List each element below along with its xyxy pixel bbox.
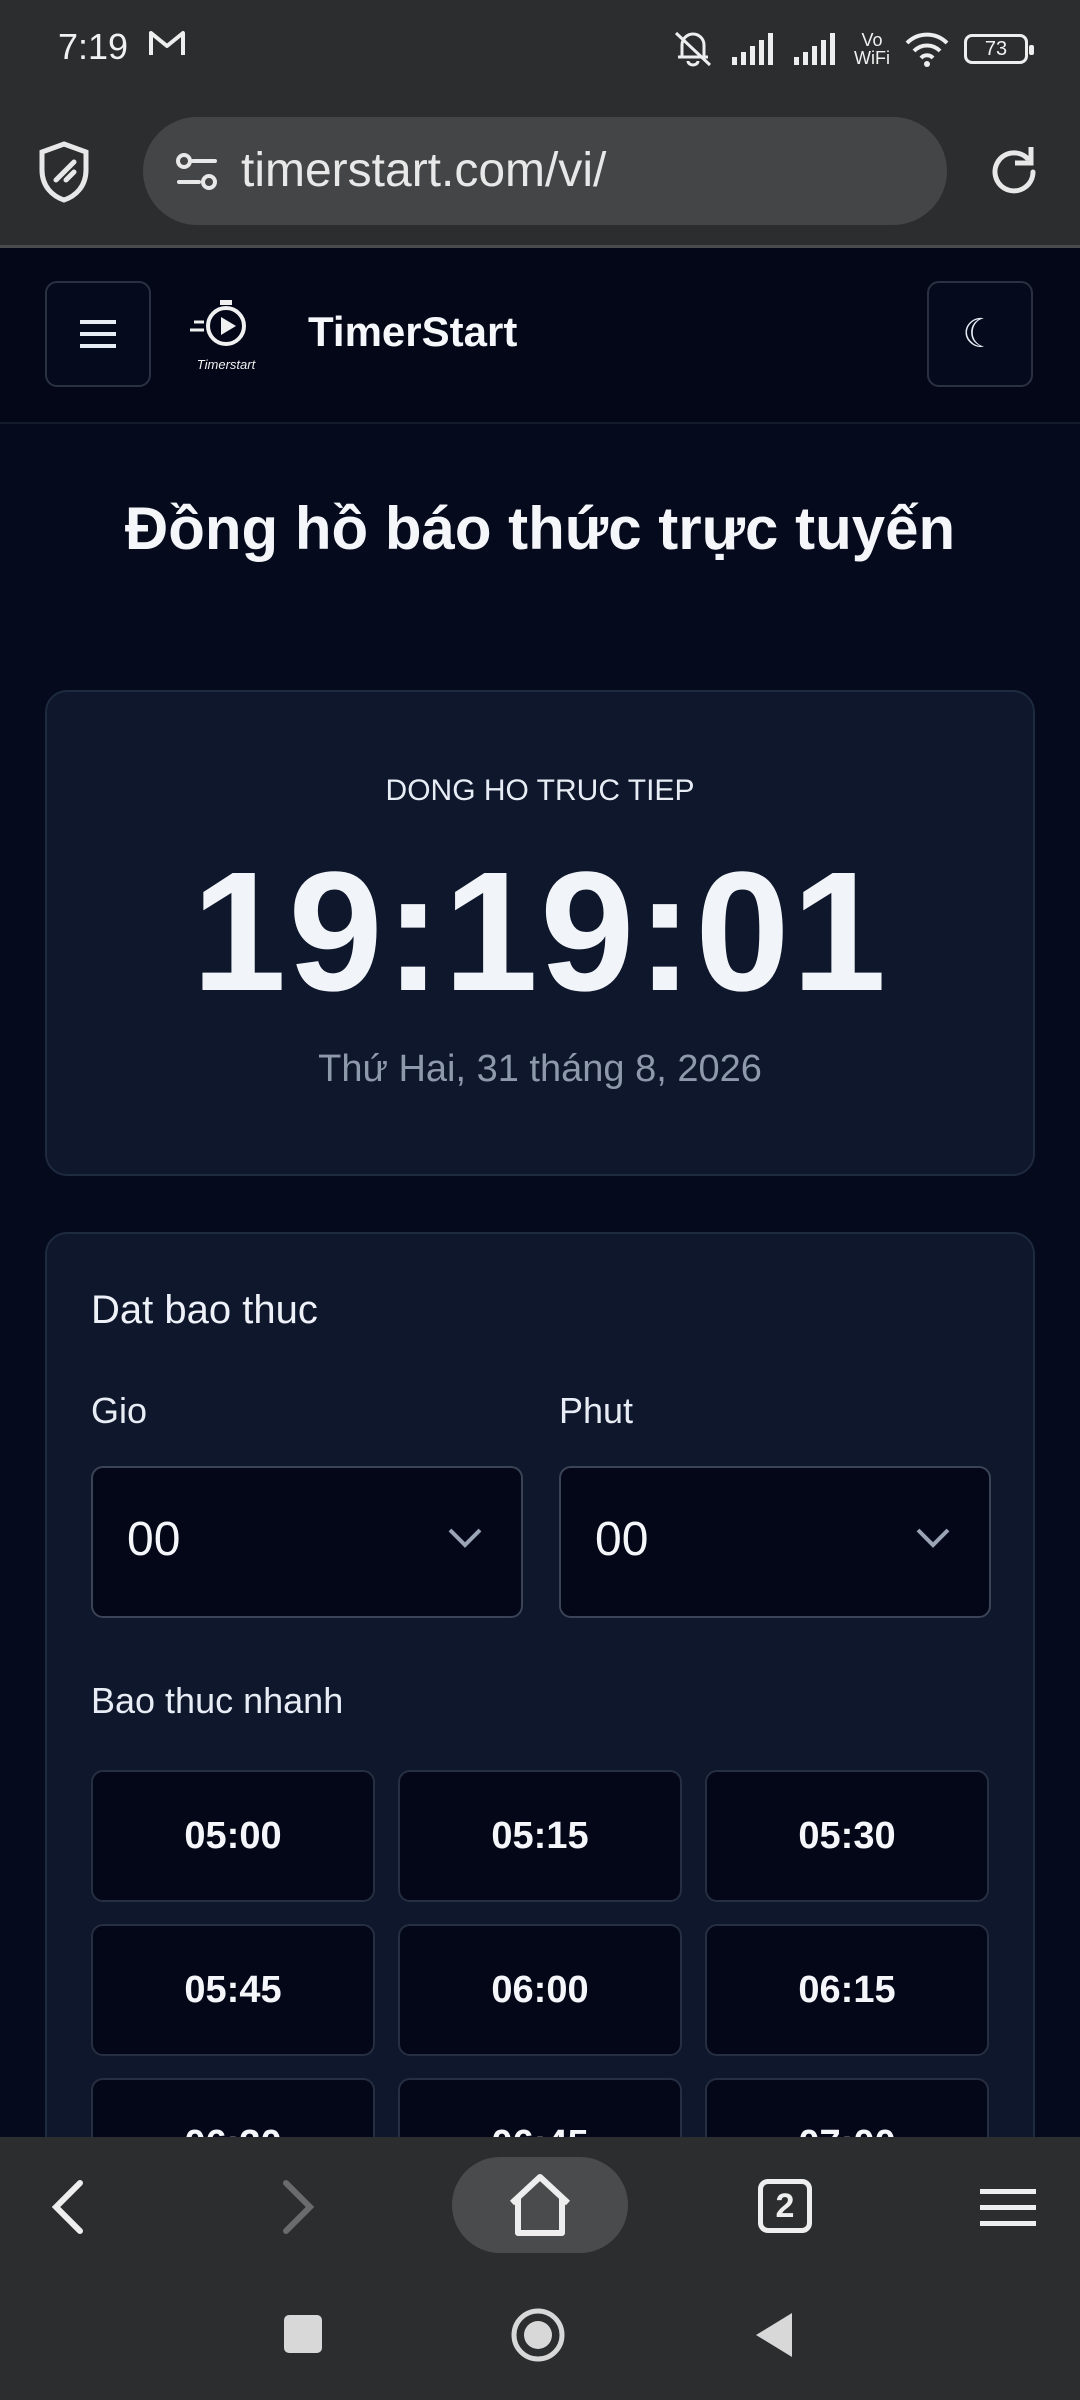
menu-icon[interactable]	[968, 2167, 1048, 2247]
mute-icon	[674, 31, 712, 67]
moon-icon: ☾	[962, 312, 998, 356]
minute-label: Phut	[559, 1390, 634, 1431]
address-bar[interactable]: timerstart.com/vi/	[143, 117, 947, 225]
hour-value: 00	[127, 1513, 181, 1566]
quick-alarm-button[interactable]: 05:30	[705, 1770, 989, 1902]
signal-icon	[794, 33, 835, 65]
hour-select[interactable]: 00	[91, 1466, 523, 1618]
chevron-down-icon	[448, 1528, 482, 1548]
alarm-title: Dat bao thuc	[91, 1288, 318, 1332]
theme-toggle-button[interactable]: ☾	[927, 281, 1033, 387]
live-clock-card: DONG HO TRUC TIEP 19:19:01 Thứ Hai, 31 t…	[45, 690, 1035, 1176]
hamburger-icon	[80, 320, 116, 348]
chevron-down-icon	[916, 1528, 950, 1548]
home-circle-icon[interactable]	[510, 2307, 566, 2363]
set-alarm-card: Dat bao thuc Gio 00 Phut 00 Bao thuc nha…	[45, 1232, 1035, 2137]
main-content: Đồng hồ báo thức trực tuyến DONG HO TRUC…	[0, 424, 1080, 2137]
logo-text: Timerstart	[196, 357, 256, 372]
quick-alarm-button[interactable]: 06:30	[91, 2078, 375, 2137]
hamburger-menu-button[interactable]	[45, 281, 151, 387]
vowifi-label: Vo WiFi	[854, 30, 890, 68]
hour-label: Gio	[91, 1390, 148, 1431]
quick-alarm-button[interactable]: 05:15	[398, 1770, 682, 1902]
quick-alarm-button[interactable]: 07:00	[705, 2078, 989, 2137]
page-title: Đồng hồ báo thức trực tuyến	[124, 495, 956, 562]
clock-time: 19:19:01	[191, 837, 889, 1027]
home-icon	[509, 2174, 571, 2236]
system-navigation-bar	[0, 2273, 1080, 2400]
browser-toolbar: timerstart.com/vi/	[0, 100, 1080, 248]
back-triangle-icon[interactable]	[752, 2309, 796, 2361]
clock-label: DONG HO TRUC TIEP	[385, 774, 695, 807]
minute-value: 00	[595, 1513, 649, 1566]
gmail-icon	[149, 31, 185, 55]
quick-alarm-button[interactable]: 05:45	[91, 1924, 375, 2056]
home-button[interactable]	[452, 2157, 628, 2253]
reload-icon[interactable]	[985, 143, 1043, 201]
quick-alarm-button[interactable]: 06:15	[705, 1924, 989, 2056]
shield-icon[interactable]	[36, 140, 92, 204]
minute-select[interactable]: 00	[559, 1466, 991, 1618]
status-bar: 7:19 Vo WiFi 73	[0, 0, 1080, 100]
status-icons: Vo WiFi 73	[670, 24, 1034, 74]
brand-name[interactable]: TimerStart	[308, 308, 517, 356]
status-time: 7:19	[58, 26, 129, 67]
site-header: Timerstart TimerStart ☾	[0, 248, 1080, 424]
site-logo[interactable]: Timerstart	[186, 298, 266, 372]
tabs-icon[interactable]: 2	[758, 2179, 812, 2233]
quick-alarm-button[interactable]: 05:00	[91, 1770, 375, 1902]
quick-alarm-label: Bao thuc nhanh	[91, 1680, 344, 1721]
forward-arrow-icon[interactable]	[256, 2167, 336, 2247]
back-arrow-icon[interactable]	[30, 2167, 110, 2247]
wifi-icon	[905, 32, 949, 67]
battery-indicator: 73	[964, 34, 1034, 64]
clock-date: Thứ Hai, 31 tháng 8, 2026	[318, 1048, 762, 1090]
url-text[interactable]: timerstart.com/vi/	[241, 143, 606, 198]
quick-alarm-button[interactable]: 06:00	[398, 1924, 682, 2056]
signal-icon	[732, 33, 773, 65]
site-info-icon[interactable]	[175, 151, 219, 193]
recents-icon[interactable]	[282, 2313, 324, 2355]
quick-alarm-button[interactable]: 06:45	[398, 2078, 682, 2137]
browser-bottom-nav: 2	[0, 2137, 1080, 2273]
stopwatch-icon	[190, 300, 246, 346]
